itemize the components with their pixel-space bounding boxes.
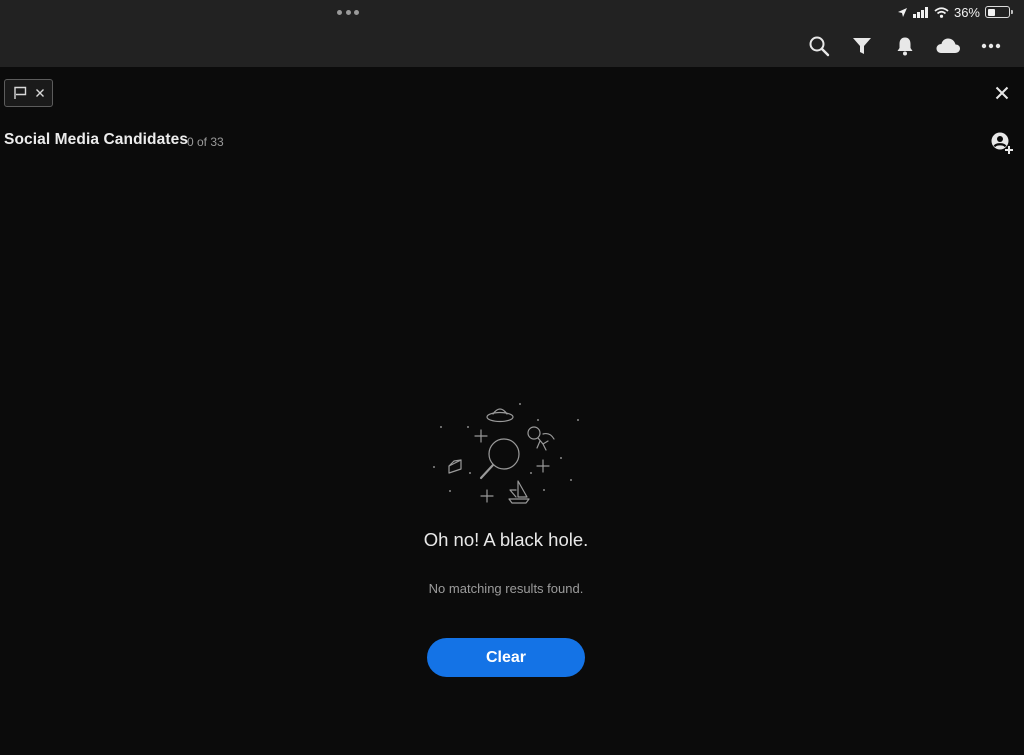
album-photo-count: 0 of 33 xyxy=(187,135,224,149)
clear-filter-button[interactable]: Clear xyxy=(427,638,585,677)
signal-icon xyxy=(912,6,929,18)
close-icon xyxy=(995,86,1009,100)
empty-state-message: No matching results found. xyxy=(428,581,584,596)
battery-percent: 36% xyxy=(953,4,980,20)
empty-state-heading: Oh no! A black hole. xyxy=(423,529,589,550)
multitasking-handle[interactable] xyxy=(337,7,359,17)
filter-icon xyxy=(852,38,871,54)
close-filter-button[interactable] xyxy=(990,82,1014,104)
flag-icon xyxy=(13,86,26,99)
location-icon xyxy=(897,7,908,18)
more-icon xyxy=(981,43,1000,49)
battery-icon xyxy=(985,6,1013,18)
search-button[interactable] xyxy=(797,33,840,59)
close-icon xyxy=(35,89,44,97)
notifications-button[interactable] xyxy=(883,33,926,59)
add-person-icon xyxy=(991,132,1013,154)
filter-button[interactable] xyxy=(840,33,883,59)
wifi-icon xyxy=(934,6,949,18)
bell-icon xyxy=(897,37,912,56)
more-button[interactable] xyxy=(969,33,1012,59)
flag-filter-chip[interactable] xyxy=(4,79,53,107)
cloud-icon xyxy=(936,38,960,53)
toolbar xyxy=(797,33,1012,59)
share-album-button[interactable] xyxy=(990,131,1016,155)
top-bar: 36% xyxy=(0,0,1024,67)
black-hole-illustration xyxy=(433,403,579,504)
album-title: Social Media Candidates xyxy=(4,131,189,148)
cloud-sync-button[interactable] xyxy=(926,33,969,59)
status-bar: 36% xyxy=(897,3,1013,21)
search-icon xyxy=(809,36,829,57)
